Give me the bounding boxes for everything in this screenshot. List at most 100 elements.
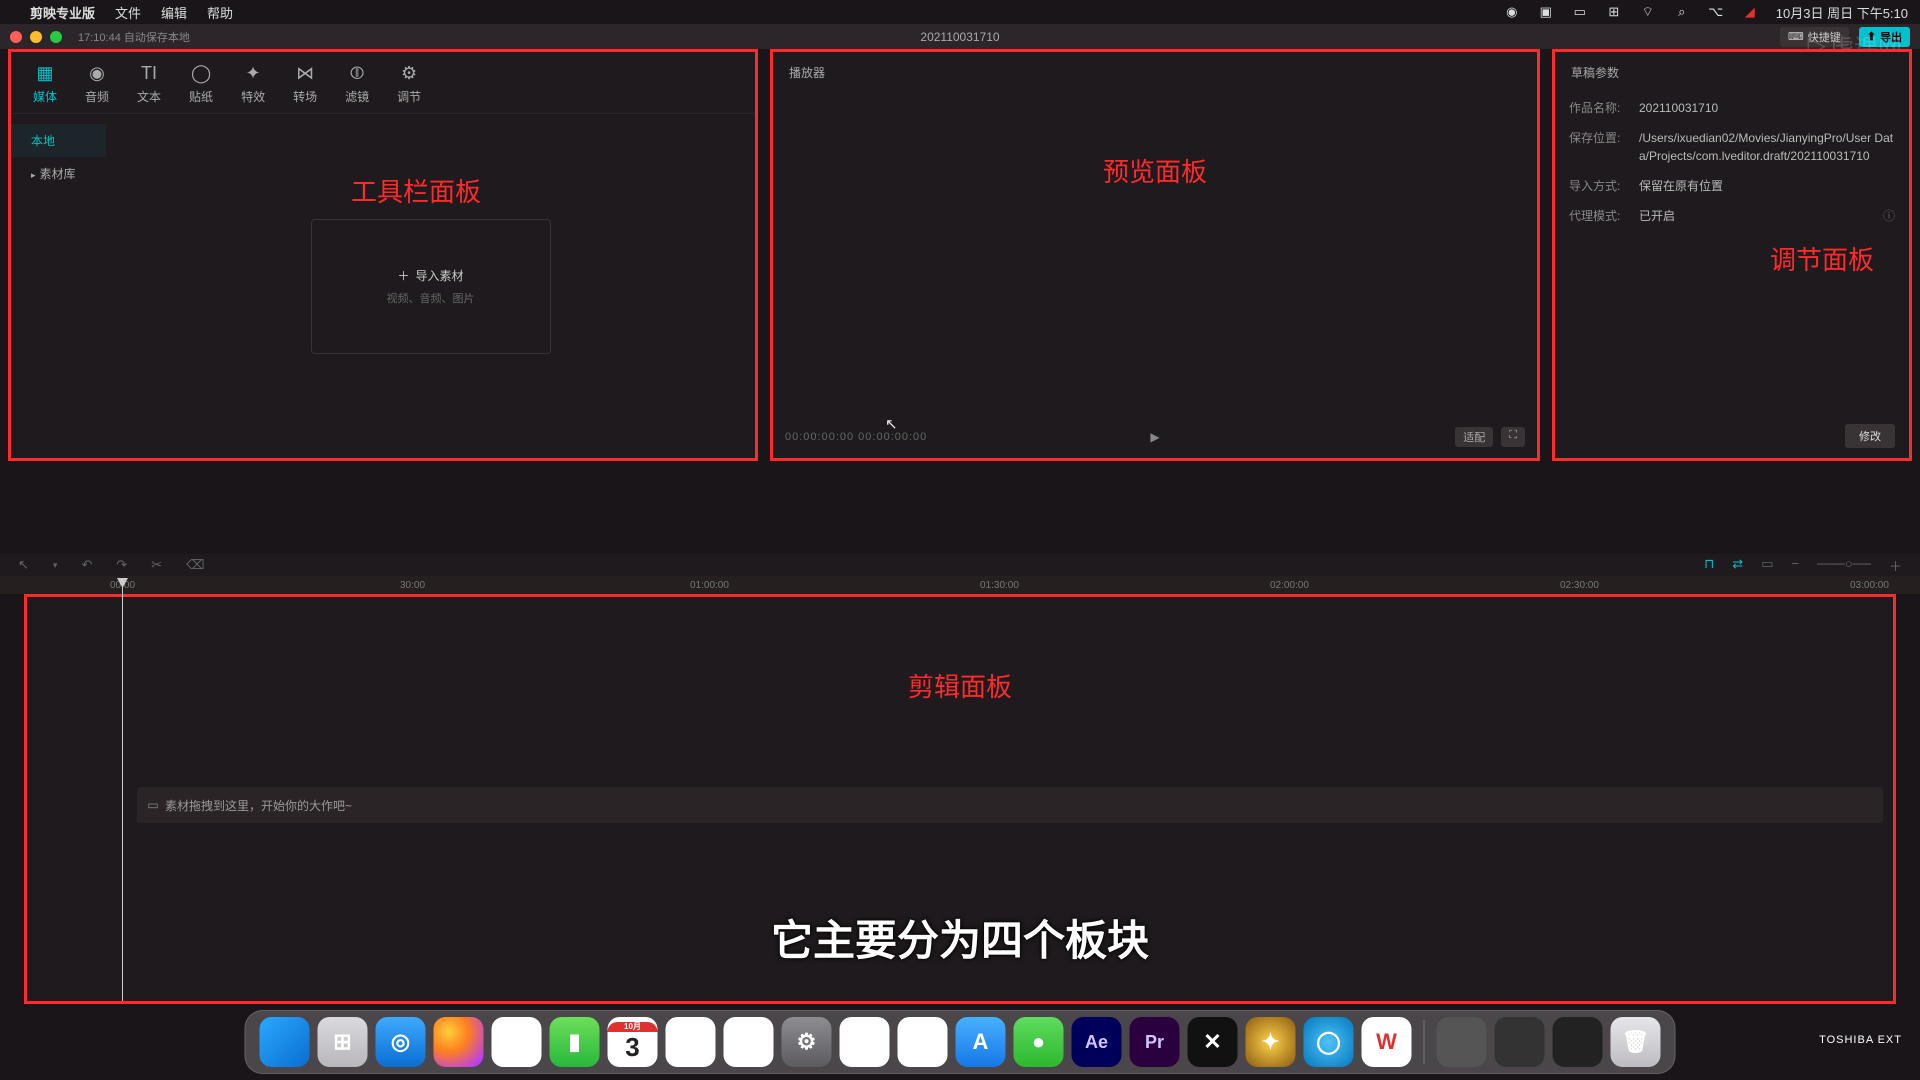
prop-row-path: 保存位置: /Users/ixuedian02/Movies/JianyingP… bbox=[1555, 123, 1909, 171]
link-icon[interactable]: ⇄ bbox=[1732, 556, 1743, 575]
dock-app-reminders[interactable]: • bbox=[724, 1017, 774, 1067]
timeline-tools: ↖ ▾ ↶ ↷ ✂ ⌫ ⊓ ⇄ ▭ − ───○── ＋ bbox=[0, 554, 1920, 576]
anno-props: 调节面板 bbox=[1770, 240, 1874, 277]
dropdown-icon[interactable]: ▾ bbox=[53, 560, 58, 571]
tab-media[interactable]: ▦媒体 bbox=[33, 62, 57, 105]
flag-icon[interactable]: ◢ bbox=[1742, 4, 1758, 20]
zoom-out-icon[interactable]: − bbox=[1791, 556, 1799, 575]
dock-app-firefox[interactable] bbox=[434, 1017, 484, 1067]
dock-app-premiere[interactable]: Pr bbox=[1130, 1017, 1180, 1067]
play-button[interactable]: ▶ bbox=[1150, 430, 1159, 444]
tab-filter[interactable]: ⦷滤镜 bbox=[345, 62, 369, 105]
menu-file[interactable]: 文件 bbox=[115, 3, 141, 22]
dock-app-facetime[interactable]: ▮ bbox=[550, 1017, 600, 1067]
playhead[interactable] bbox=[122, 579, 123, 1001]
dock-app-calendar[interactable]: 10月3 bbox=[608, 1017, 658, 1067]
text-icon: TI bbox=[138, 62, 160, 84]
pointer-tool-icon[interactable]: ↖ bbox=[18, 557, 29, 573]
dock-app-wps[interactable]: W bbox=[1362, 1017, 1412, 1067]
sidebar-library[interactable]: ▸素材库 bbox=[11, 157, 106, 190]
track-icon: ▭ bbox=[143, 798, 163, 812]
info-icon[interactable]: ⓘ bbox=[1883, 207, 1895, 225]
tick: 02:30:00 bbox=[1560, 580, 1599, 591]
dock-app-chrome-like[interactable]: ◯ bbox=[1304, 1017, 1354, 1067]
disk-label[interactable]: TOSHIBA EXT bbox=[1819, 1034, 1902, 1046]
project-title: 202110031710 bbox=[920, 30, 999, 44]
zoom-in-icon[interactable]: ＋ bbox=[1889, 556, 1902, 575]
dock-app-numbers[interactable]: ▮ bbox=[840, 1017, 890, 1067]
tab-text[interactable]: TI文本 bbox=[137, 62, 161, 105]
timeline-ruler[interactable]: 00:00 30:00 01:00:00 01:30:00 02:00:00 0… bbox=[0, 576, 1920, 594]
preview-icon[interactable]: ▭ bbox=[1761, 556, 1773, 575]
cut-icon[interactable]: ✂ bbox=[151, 557, 162, 573]
tab-adjust[interactable]: ⚙调节 bbox=[397, 62, 421, 105]
status-icon-2[interactable]: ▣ bbox=[1538, 4, 1554, 20]
undo-icon[interactable]: ↶ bbox=[81, 557, 92, 573]
search-icon[interactable]: ⌕ bbox=[1674, 4, 1690, 20]
modify-button[interactable]: 修改 bbox=[1845, 424, 1895, 448]
tab-audio[interactable]: ◉音频 bbox=[85, 62, 109, 105]
plus-icon: ＋ bbox=[397, 267, 409, 284]
tick: 03:00:00 bbox=[1850, 580, 1889, 591]
ratio-button[interactable]: 适配 bbox=[1455, 427, 1493, 447]
track-placeholder: 素材拖拽到这里，开始你的大作吧~ bbox=[165, 797, 352, 814]
mac-dock: ⊞◎✿▮10月3•⚙▮✎A●AePr✕✦◯W 🗑 bbox=[245, 1010, 1676, 1074]
anno-preview: 预览面板 bbox=[1103, 152, 1207, 189]
prop-row-import: 导入方式: 保留在原有位置 bbox=[1555, 171, 1909, 201]
wifi-icon[interactable]: ⌔ bbox=[1640, 4, 1656, 20]
sidebar-local[interactable]: 本地 bbox=[11, 124, 106, 157]
close-button[interactable] bbox=[10, 31, 22, 43]
app-titlebar: 17:10:44 自动保存本地 202110031710 ⌨快捷键 ⬆导出 bbox=[0, 24, 1920, 49]
minimize-button[interactable] bbox=[30, 31, 42, 43]
anno-timeline: 剪辑面板 bbox=[908, 667, 1012, 704]
toolbox-panel: ▦媒体 ◉音频 TI文本 ◯贴纸 ✦特效 ⋈转场 ⦷滤镜 ⚙调节 本地 ▸素材库… bbox=[8, 49, 758, 461]
menu-edit[interactable]: 编辑 bbox=[161, 3, 187, 22]
dock-app-finalcut[interactable]: ✦ bbox=[1246, 1017, 1296, 1067]
dock-app-capcut[interactable]: ✕ bbox=[1188, 1017, 1238, 1067]
dock-app-wechat[interactable]: ● bbox=[1014, 1017, 1064, 1067]
zoom-slider[interactable]: ───○── bbox=[1817, 556, 1871, 575]
status-icon-1[interactable]: ◉ bbox=[1504, 4, 1520, 20]
grid-icon[interactable]: ⊞ bbox=[1606, 4, 1622, 20]
delete-icon[interactable]: ⌫ bbox=[186, 557, 204, 573]
menu-app[interactable]: 剪映专业版 bbox=[30, 3, 95, 22]
props-header: 草稿参数 bbox=[1555, 52, 1909, 93]
import-area: ＋导入素材 视频、音频、图片 bbox=[106, 114, 755, 458]
audio-icon: ◉ bbox=[86, 62, 108, 84]
dock-app-photos[interactable]: ✿ bbox=[492, 1017, 542, 1067]
dock-app-safari[interactable]: ◎ bbox=[376, 1017, 426, 1067]
dock-recent-1[interactable] bbox=[1437, 1017, 1487, 1067]
tool-tabs: ▦媒体 ◉音频 TI文本 ◯贴纸 ✦特效 ⋈转场 ⦷滤镜 ⚙调节 bbox=[11, 52, 755, 114]
menubar-datetime[interactable]: 10月3日 周日 下午5:10 bbox=[1776, 3, 1908, 22]
tab-effect[interactable]: ✦特效 bbox=[241, 62, 265, 105]
menu-help[interactable]: 帮助 bbox=[207, 3, 233, 22]
filter-icon: ⦷ bbox=[346, 62, 368, 84]
import-sub: 视频、音频、图片 bbox=[387, 290, 475, 306]
screen-mirror-icon[interactable]: ▭ bbox=[1572, 4, 1588, 20]
dock-app-settings[interactable]: ⚙ bbox=[782, 1017, 832, 1067]
preview-header: 播放器 bbox=[773, 52, 1537, 93]
control-center-icon[interactable]: ⌥ bbox=[1708, 4, 1724, 20]
tick: 02:00:00 bbox=[1270, 580, 1309, 591]
redo-icon[interactable]: ↷ bbox=[116, 557, 127, 573]
dock-app-appstore[interactable]: A bbox=[956, 1017, 1006, 1067]
dock-app-launchpad[interactable]: ⊞ bbox=[318, 1017, 368, 1067]
prop-row-proxy: 代理模式: 已开启 ⓘ bbox=[1555, 201, 1909, 231]
dock-recent-2[interactable] bbox=[1495, 1017, 1545, 1067]
tick: 01:00:00 bbox=[690, 580, 729, 591]
dock-app-finder[interactable] bbox=[260, 1017, 310, 1067]
tab-transition[interactable]: ⋈转场 bbox=[293, 62, 317, 105]
dock-trash[interactable]: 🗑 bbox=[1611, 1017, 1661, 1067]
magnet-icon[interactable]: ⊓ bbox=[1704, 556, 1714, 575]
autosave-status: 17:10:44 自动保存本地 bbox=[78, 29, 190, 45]
tab-sticker[interactable]: ◯贴纸 bbox=[189, 62, 213, 105]
fullscreen-button[interactable]: ⛶ bbox=[1501, 427, 1525, 447]
dock-separator bbox=[1424, 1020, 1425, 1064]
dock-recent-3[interactable] bbox=[1553, 1017, 1603, 1067]
maximize-button[interactable] bbox=[50, 31, 62, 43]
dock-app-notes[interactable] bbox=[666, 1017, 716, 1067]
dock-app-aftereffects[interactable]: Ae bbox=[1072, 1017, 1122, 1067]
timeline-track[interactable]: ▭ 素材拖拽到这里，开始你的大作吧~ bbox=[137, 787, 1883, 823]
import-box[interactable]: ＋导入素材 视频、音频、图片 bbox=[311, 219, 551, 354]
dock-app-pages[interactable]: ✎ bbox=[898, 1017, 948, 1067]
